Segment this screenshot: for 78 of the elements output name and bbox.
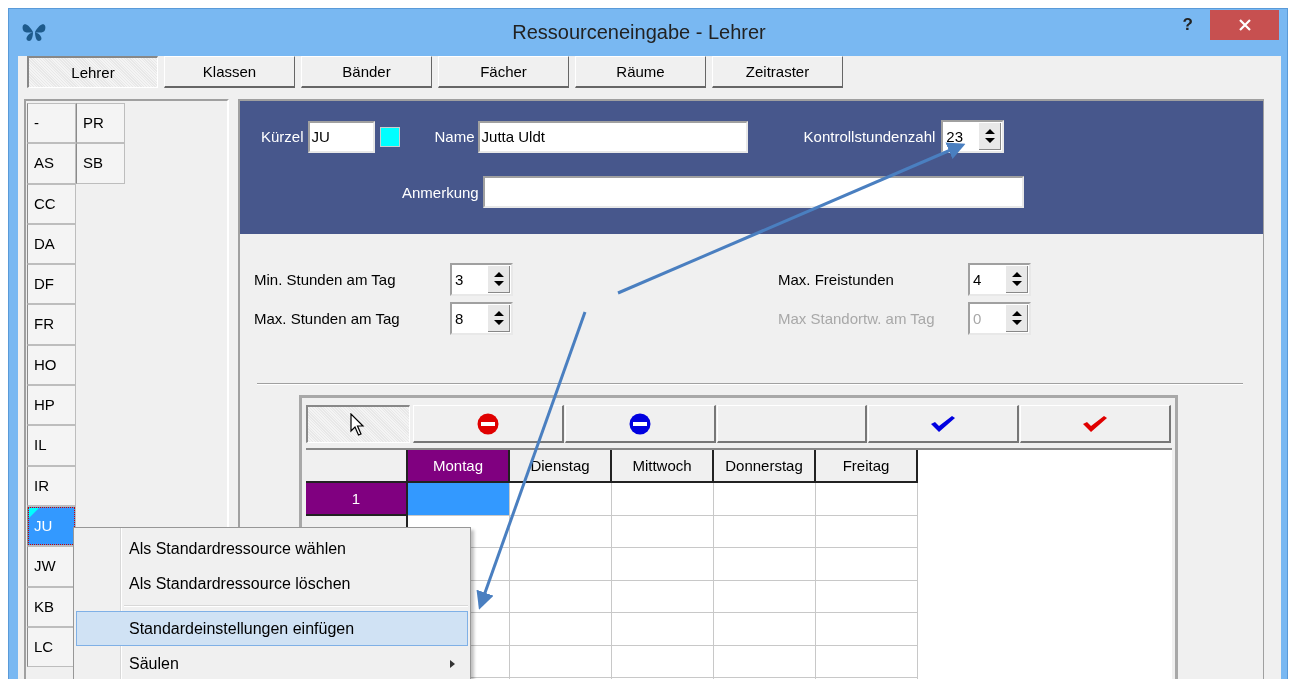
color-swatch[interactable] <box>379 126 400 147</box>
timetable-cell[interactable] <box>714 613 816 646</box>
timetable-cell[interactable] <box>612 645 714 678</box>
timetable-cell[interactable] <box>714 580 816 613</box>
teacher-item[interactable]: IL <box>27 425 76 466</box>
name-field[interactable]: Jutta Uldt <box>477 120 748 153</box>
timetable-cell[interactable] <box>714 645 816 678</box>
tab[interactable]: Lehrer <box>27 56 158 88</box>
field-label: Max. Freistunden <box>778 271 895 288</box>
day-header[interactable]: Donnerstag <box>714 450 816 483</box>
timetable-cell[interactable] <box>510 548 612 581</box>
field-label: Max. Stunden am Tag <box>254 310 401 327</box>
menu-item[interactable]: Als Standardressource löschen <box>76 566 468 601</box>
spin-field[interactable]: 8 <box>450 302 513 335</box>
tab[interactable]: Fächer <box>438 56 569 88</box>
field-label: Anmerkung <box>402 183 479 201</box>
spin-field[interactable]: 4 <box>968 263 1031 296</box>
tool-button[interactable] <box>306 405 410 443</box>
teacher-item[interactable]: HO <box>27 344 76 386</box>
timetable-cell[interactable] <box>816 580 918 613</box>
timetable-cell[interactable] <box>510 580 612 613</box>
teacher-item[interactable]: SB <box>76 143 125 184</box>
day-header[interactable]: Dienstag <box>510 450 612 483</box>
teacher-item[interactable]: - <box>27 103 76 144</box>
tab[interactable]: Bänder <box>301 56 432 88</box>
teacher-item[interactable]: FR <box>27 304 76 345</box>
spin-field[interactable]: 3 <box>450 263 513 296</box>
field-label: Max Standortw. am Tag <box>778 310 936 327</box>
timetable-cell[interactable] <box>510 613 612 646</box>
day-header[interactable]: Freitag <box>816 450 918 483</box>
timetable-cell[interactable] <box>612 613 714 646</box>
teacher-item[interactable]: DF <box>27 264 76 305</box>
timetable-cell[interactable] <box>612 548 714 581</box>
help-button[interactable]: ? <box>1178 15 1197 35</box>
timetable-cell[interactable] <box>816 515 918 548</box>
abbreviation-field[interactable]: JU <box>307 120 375 153</box>
timetable-cell[interactable] <box>408 483 510 516</box>
timetable-cell[interactable] <box>510 483 612 516</box>
close-button[interactable] <box>1210 10 1279 40</box>
close-icon <box>1237 18 1252 32</box>
timetable-cell[interactable] <box>816 613 918 646</box>
window-title: Ressourceneingabe - Lehrer <box>511 21 767 44</box>
timetable-cell[interactable] <box>510 515 612 548</box>
note-field[interactable] <box>482 176 1024 208</box>
tab[interactable]: Zeitraster <box>712 56 843 88</box>
timetable-cell[interactable] <box>612 483 714 516</box>
timetable-cell[interactable] <box>714 483 816 516</box>
tab[interactable]: Klassen <box>164 56 295 88</box>
pointer-icon <box>350 412 367 437</box>
timetable-cell[interactable] <box>816 645 918 678</box>
timetable-cell[interactable] <box>714 548 816 581</box>
timetable-cell[interactable] <box>816 483 918 516</box>
menu-item[interactable]: Standardeinstellungen einfügen <box>76 611 468 646</box>
timetable-cell[interactable] <box>510 645 612 678</box>
butterfly-icon <box>21 21 47 43</box>
day-header[interactable]: Montag <box>408 450 510 483</box>
timetable-cell[interactable] <box>714 515 816 548</box>
teacher-item[interactable]: DA <box>27 223 76 265</box>
field-label: Name <box>434 128 475 145</box>
teacher-item[interactable]: PR <box>76 103 125 144</box>
period-header[interactable]: 1 <box>306 483 408 516</box>
teacher-item[interactable]: HP <box>27 385 76 426</box>
teacher-item[interactable]: JW <box>27 546 76 587</box>
teacher-item[interactable]: AS <box>27 143 76 184</box>
field-label: Kürzel <box>261 128 304 145</box>
menu-item[interactable]: Als Standardressource wählen <box>76 531 468 566</box>
teacher-item[interactable]: CC <box>27 183 76 224</box>
submenu-arrow-icon <box>450 660 455 668</box>
field-label: Min. Stunden am Tag <box>254 271 397 288</box>
timetable-cell[interactable] <box>816 548 918 581</box>
menu-item[interactable]: Säulen <box>76 646 468 679</box>
timetable-cell[interactable] <box>612 515 714 548</box>
field-label: Kontrollstundenzahl <box>803 128 936 145</box>
day-header[interactable]: Mittwoch <box>612 450 714 483</box>
timetable-cell[interactable] <box>612 580 714 613</box>
teacher-item[interactable]: IR <box>27 465 76 506</box>
tab[interactable]: Räume <box>575 56 706 88</box>
spin-field[interactable]: 23 <box>941 120 1005 153</box>
